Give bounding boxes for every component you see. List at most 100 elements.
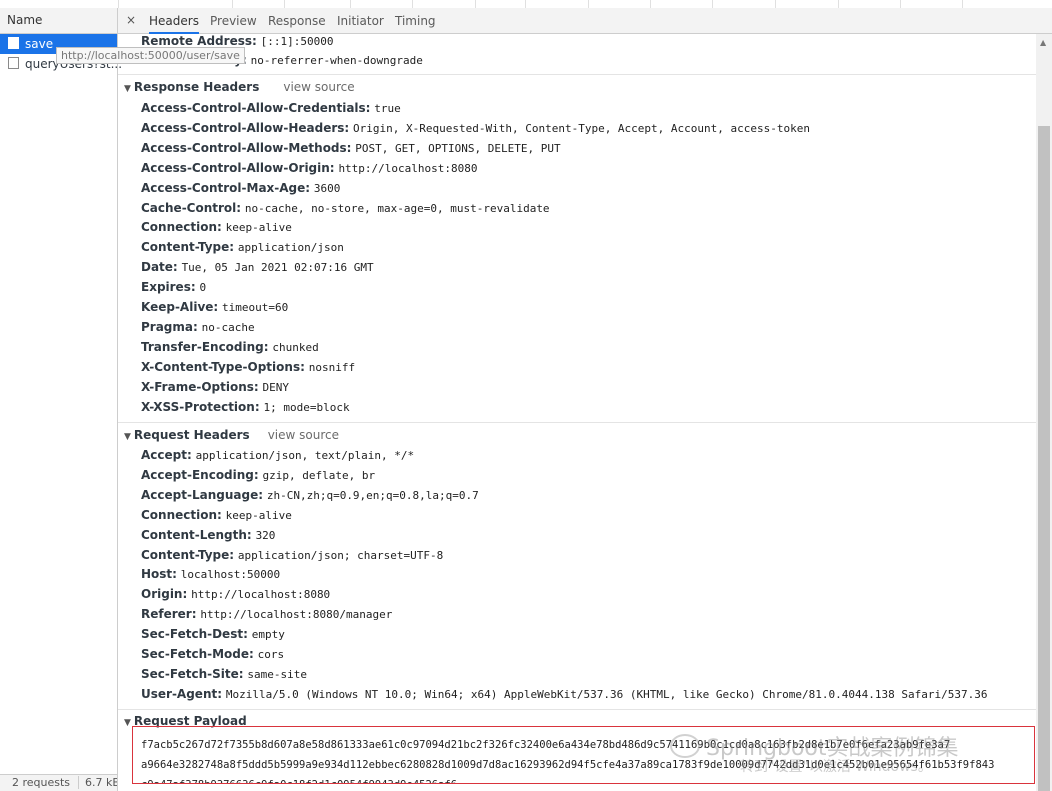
triangle-down-icon: ▼ bbox=[124, 432, 131, 442]
header-key: Accept-Language: bbox=[141, 487, 264, 502]
header-value: no-cache, no-store, max-age=0, must-reva… bbox=[244, 201, 550, 215]
header-row: Access-Control-Allow-Credentials: true bbox=[141, 99, 401, 118]
name-column-header[interactable]: Name bbox=[0, 8, 117, 34]
request-name: save bbox=[25, 37, 54, 51]
tab-headers[interactable]: Headers bbox=[149, 8, 199, 34]
header-value: 320 bbox=[255, 528, 276, 542]
view-source-link[interactable]: view source bbox=[283, 80, 354, 94]
header-row: Access-Control-Max-Age: 3600 bbox=[141, 179, 340, 198]
header-key: Content-Type: bbox=[141, 547, 235, 562]
request-headers-toggle[interactable]: ▼ Request Headers view source bbox=[124, 425, 339, 445]
status-bar: 2 requests 6.7 kB bbox=[0, 774, 117, 791]
header-key: Transfer-Encoding: bbox=[141, 339, 269, 354]
tab-initiator[interactable]: Initiator bbox=[337, 8, 384, 33]
detail-tabbar: × Headers Preview Response Initiator Tim… bbox=[118, 8, 1052, 34]
header-value: empty bbox=[251, 628, 285, 642]
header-value: gzip, deflate, br bbox=[262, 468, 376, 482]
header-value: no-referrer-when-downgrade bbox=[250, 54, 423, 67]
section-title: Response Headers bbox=[133, 80, 260, 94]
request-url-tooltip: http://localhost:50000/user/save bbox=[56, 47, 245, 64]
vertical-scrollbar[interactable]: ▲ bbox=[1036, 34, 1052, 791]
header-value: same-site bbox=[247, 667, 307, 681]
scroll-up-icon[interactable]: ▲ bbox=[1040, 38, 1046, 47]
view-source-link[interactable]: view source bbox=[268, 428, 339, 442]
header-row: Connection: keep-alive bbox=[141, 218, 292, 237]
header-row: Accept-Encoding: gzip, deflate, br bbox=[141, 466, 375, 485]
header-value: http://localhost:8080 bbox=[338, 161, 478, 175]
header-value: application/json, text/plain, */* bbox=[195, 449, 415, 462]
header-key: Sec-Fetch-Site: bbox=[141, 666, 244, 681]
tab-timing[interactable]: Timing bbox=[395, 8, 436, 33]
header-key: X-XSS-Protection: bbox=[141, 399, 260, 414]
document-icon bbox=[8, 57, 19, 69]
payload-line: f7acb5c267d72f7355b8d607a8e58d861333ae61… bbox=[141, 739, 951, 751]
header-row: Sec-Fetch-Dest: empty bbox=[141, 625, 285, 644]
header-row: Access-Control-Allow-Methods: POST, GET,… bbox=[141, 139, 561, 158]
header-value: nosniff bbox=[308, 360, 356, 374]
header-key: Referer: bbox=[141, 607, 197, 622]
header-value: http://localhost:8080 bbox=[191, 588, 331, 602]
header-row: Sec-Fetch-Site: same-site bbox=[141, 665, 307, 684]
close-icon[interactable]: × bbox=[126, 13, 136, 27]
header-row: Connection: keep-alive bbox=[141, 506, 292, 525]
header-row: User-Agent: Mozilla/5.0 (Windows NT 10.0… bbox=[141, 685, 987, 704]
response-headers-toggle[interactable]: ▼ Response Headers view source bbox=[124, 77, 355, 97]
header-key: Accept: bbox=[141, 448, 192, 462]
header-value: application/json bbox=[237, 241, 344, 255]
header-key: X-Content-Type-Options: bbox=[141, 359, 305, 374]
devtools-network-panel: Name save queryUsers?st... 2 requests 6.7… bbox=[0, 0, 1052, 791]
header-key: User-Agent: bbox=[141, 686, 223, 701]
tab-response[interactable]: Response bbox=[268, 8, 326, 33]
header-row: Date: Tue, 05 Jan 2021 02:07:16 GMT bbox=[141, 258, 374, 277]
header-value: chunked bbox=[272, 340, 319, 354]
header-value: 1; mode=block bbox=[263, 400, 350, 414]
header-key: Connection: bbox=[141, 220, 222, 235]
header-key: Keep-Alive: bbox=[141, 300, 219, 314]
header-row: Accept: application/json, text/plain, */… bbox=[141, 446, 414, 465]
header-value: Mozilla/5.0 (Windows NT 10.0; Win64; x64… bbox=[225, 687, 988, 701]
header-key: Access-Control-Allow-Methods: bbox=[141, 140, 352, 155]
header-key: Remote Address: bbox=[141, 34, 257, 48]
header-key: Accept-Encoding: bbox=[141, 467, 259, 482]
header-value: 0 bbox=[199, 281, 207, 295]
header-key: Pragma: bbox=[141, 319, 198, 334]
header-row: Content-Length: 320 bbox=[141, 526, 275, 545]
header-key: Sec-Fetch-Mode: bbox=[141, 647, 254, 661]
header-row: Referer: http://localhost:8080/manager bbox=[141, 605, 392, 624]
header-key: Connection: bbox=[141, 507, 222, 522]
header-key: Sec-Fetch-Dest: bbox=[141, 627, 248, 642]
transfer-size: 6.7 kB bbox=[78, 776, 117, 789]
header-row: Accept-Language: zh-CN,zh;q=0.9,en;q=0.8… bbox=[141, 486, 479, 505]
header-value: keep-alive bbox=[225, 508, 292, 522]
header-value: true bbox=[374, 102, 401, 115]
header-key: Content-Type: bbox=[141, 240, 235, 255]
header-value: application/json; charset=UTF-8 bbox=[237, 548, 444, 562]
header-key: Content-Length: bbox=[141, 527, 252, 542]
header-key: Cache-Control: bbox=[141, 200, 242, 215]
scroll-thumb[interactable] bbox=[1038, 126, 1050, 791]
section-divider bbox=[118, 709, 1036, 710]
header-value: no-cache bbox=[201, 320, 255, 334]
payload-content: f7acb5c267d72f7355b8d607a8e58d861333ae61… bbox=[132, 726, 1035, 784]
header-row: Pragma: no-cache bbox=[141, 318, 255, 337]
header-value: Tue, 05 Jan 2021 02:07:16 GMT bbox=[181, 261, 374, 275]
header-row: Access-Control-Allow-Headers: Origin, X-… bbox=[141, 119, 810, 138]
header-value: 3600 bbox=[313, 181, 341, 195]
header-value: [::1]:50000 bbox=[260, 35, 334, 48]
header-row: Access-Control-Allow-Origin: http://loca… bbox=[141, 159, 478, 178]
document-icon bbox=[8, 37, 19, 49]
header-value: DENY bbox=[262, 380, 290, 394]
header-value: zh-CN,zh;q=0.9,en;q=0.8,la;q=0.7 bbox=[266, 488, 479, 502]
triangle-down-icon: ▼ bbox=[124, 84, 131, 94]
header-value: cors bbox=[257, 648, 285, 661]
header-row: Host: localhost:50000 bbox=[141, 565, 280, 584]
header-key: Access-Control-Max-Age: bbox=[141, 180, 311, 195]
header-key: X-Frame-Options: bbox=[141, 379, 259, 394]
header-row: X-Frame-Options: DENY bbox=[141, 378, 289, 397]
request-list: Name save queryUsers?st... 2 requests 6.7… bbox=[0, 8, 122, 791]
header-key: Date: bbox=[141, 260, 178, 275]
header-key: Expires: bbox=[141, 280, 196, 295]
tab-preview[interactable]: Preview bbox=[210, 8, 257, 33]
header-key: Access-Control-Allow-Headers: bbox=[141, 120, 350, 135]
header-row: Content-Type: application/json; charset=… bbox=[141, 546, 443, 565]
